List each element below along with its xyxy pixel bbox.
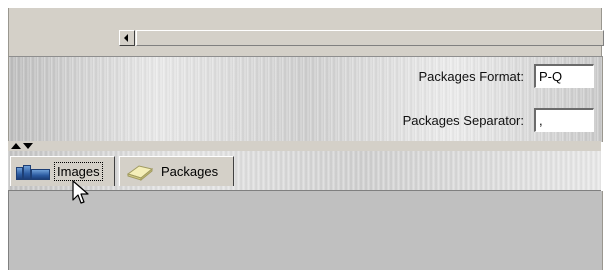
tab-packages[interactable]: Packages — [119, 156, 234, 186]
collapse-down-icon[interactable] — [23, 143, 33, 149]
scrollbar-thumb[interactable] — [136, 30, 604, 46]
tab-images[interactable]: Images — [10, 156, 115, 186]
packages-format-row: Packages Format: — [418, 63, 594, 89]
packages-separator-row: Packages Separator: — [403, 107, 594, 133]
package-settings-panel: Packages Format: Packages Separator: — [8, 56, 603, 142]
pane-splitter[interactable] — [8, 141, 601, 151]
tab-packages-label: Packages — [161, 164, 219, 179]
tab-content-area — [8, 191, 603, 270]
images-icon — [16, 164, 50, 180]
packages-format-label: Packages Format: — [418, 68, 525, 84]
top-pane — [8, 8, 604, 56]
horizontal-scrollbar[interactable] — [119, 30, 604, 46]
package-icon — [126, 164, 154, 181]
tab-strip: Images Packages — [8, 151, 601, 191]
tab-images-label: Images — [54, 162, 103, 181]
packages-separator-input[interactable] — [534, 108, 594, 132]
packages-format-input[interactable] — [534, 64, 594, 88]
app-window: Packages Format: Packages Separator: Ima… — [0, 0, 605, 270]
scroll-left-button[interactable] — [119, 30, 135, 46]
packages-separator-label: Packages Separator: — [402, 112, 524, 128]
collapse-up-icon[interactable] — [11, 143, 21, 149]
